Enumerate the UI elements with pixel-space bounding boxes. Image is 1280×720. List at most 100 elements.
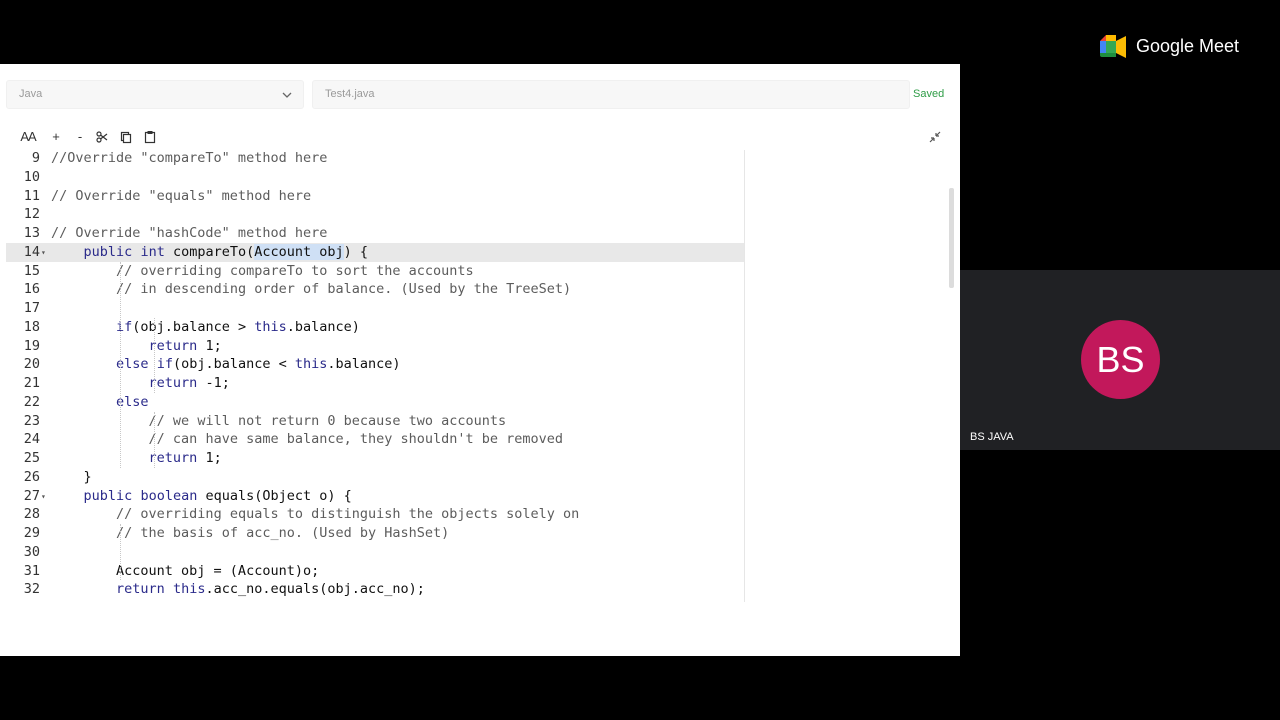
code-line[interactable]: 19 return 1; [6, 337, 744, 356]
code-text: // can have same balance, they shouldn't… [148, 431, 564, 448]
line-number: 32 [23, 581, 40, 598]
zoom-out-button[interactable]: - [73, 128, 87, 146]
line-number: 20 [23, 356, 40, 373]
line-number: 30 [23, 543, 40, 560]
code-line[interactable]: 14 ▾ public int compareTo(Account obj) { [6, 242, 744, 262]
line-number: 11 [23, 187, 40, 204]
line-number: 17 [23, 300, 40, 316]
code-line[interactable]: 15 // overriding compareTo to sort the a… [6, 262, 744, 281]
code-line[interactable]: 21 return -1; [6, 374, 744, 393]
line-number: 10 [23, 168, 40, 185]
code-text: // the basis of acc_no. (Used by HashSet… [116, 525, 450, 541]
line-number: 22 [23, 393, 40, 410]
avatar: BS [1081, 320, 1160, 399]
line-number: 31 [23, 562, 40, 579]
code-text: return -1; [148, 375, 230, 391]
text-selection: Account obj [254, 243, 344, 260]
code-line[interactable]: 22 else [6, 393, 744, 412]
code-text: return 1; [148, 450, 222, 466]
code-text: return this.acc_no.equals(obj.acc_no); [116, 581, 425, 598]
code-text: public int compareTo(Account obj) { [83, 243, 369, 260]
filename-field[interactable]: Test4.java [312, 80, 910, 109]
indent-guide [154, 317, 155, 393]
line-number: 29 [23, 525, 40, 541]
code-text: if(obj.balance > this.balance) [116, 318, 360, 335]
paste-button[interactable] [144, 128, 158, 146]
code-line[interactable]: 13 // Override "hashCode" method here [6, 224, 744, 243]
code-text: // Override "hashCode" method here [51, 225, 328, 241]
line-number: 21 [23, 375, 40, 391]
line-number: 23 [23, 412, 40, 429]
code-line[interactable]: 16 // in descending order of balance. (U… [6, 280, 744, 299]
shared-screen: Java Test4.java Saved AA + - 9 //Override… [0, 64, 960, 656]
font-size-button[interactable]: AA [17, 128, 39, 146]
fold-toggle-icon[interactable]: ▾ [41, 487, 46, 506]
code-text: //Override "compareTo" method here [51, 150, 328, 166]
code-line[interactable]: 32 return this.acc_no.equals(obj.acc_no)… [6, 580, 744, 599]
line-number: 18 [23, 318, 40, 335]
language-select[interactable]: Java [6, 80, 304, 109]
line-number: 28 [23, 506, 40, 523]
code-line[interactable]: 12 [6, 205, 744, 224]
cut-button[interactable] [96, 128, 110, 146]
line-number: 24 [23, 431, 40, 448]
code-text: else if(obj.balance < this.balance) [116, 356, 401, 373]
google-meet-logo: Google Meet [1098, 34, 1258, 60]
collapse-icon [929, 131, 941, 143]
code-line[interactable]: 31 Account obj = (Account)o; [6, 562, 744, 581]
code-line[interactable]: 25 return 1; [6, 449, 744, 468]
fullscreen-button[interactable] [928, 128, 944, 146]
code-text: public boolean equals(Object o) { [83, 487, 352, 504]
clipboard-icon [144, 131, 156, 144]
code-text: // in descending order of balance. (Used… [116, 281, 572, 298]
copy-icon [120, 131, 132, 144]
save-status: Saved [913, 88, 945, 100]
line-number: 25 [23, 450, 40, 466]
line-number: 9 [31, 150, 40, 166]
editor-scrollbar[interactable] [949, 188, 954, 288]
code-line[interactable]: 30 [6, 543, 744, 562]
participant-tile[interactable]: BS BS JAVA [960, 270, 1280, 450]
code-line[interactable]: 28 // overriding equals to distinguish t… [6, 505, 744, 524]
line-number: 16 [23, 281, 40, 298]
participant-name: BS JAVA [970, 431, 1014, 443]
code-line[interactable]: 17 [6, 299, 744, 318]
code-editor[interactable]: 9 //Override "compareTo" method here 10 11 /… [6, 150, 954, 602]
zoom-in-button[interactable]: + [49, 128, 63, 146]
code-text: Account obj = (Account)o; [51, 562, 320, 579]
code-text: else [116, 393, 149, 410]
fold-toggle-icon[interactable]: ▾ [41, 243, 46, 262]
font-size-icon: AA [20, 129, 36, 144]
code-text: } [51, 468, 92, 485]
code-line[interactable]: 9 //Override "compareTo" method here [6, 150, 744, 168]
indent-guide [120, 524, 121, 581]
code-line[interactable]: 10 [6, 168, 744, 187]
line-number: 27 [23, 487, 40, 504]
chevron-down-icon [282, 92, 292, 98]
code-text: // Override "equals" method here [51, 187, 312, 204]
indent-guide [154, 411, 155, 468]
indent-guide [120, 261, 121, 468]
code-text: return 1; [148, 337, 222, 354]
code-line[interactable]: 24 // can have same balance, they should… [6, 430, 744, 449]
copy-button[interactable] [120, 128, 134, 146]
meet-brand-text: Google Meet [1136, 36, 1240, 56]
code-line[interactable]: 20 else if(obj.balance < this.balance) [6, 355, 744, 374]
code-text: // overriding equals to distinguish the … [116, 506, 580, 523]
scissors-icon [96, 131, 108, 143]
code-line[interactable]: 11 // Override "equals" method here [6, 187, 744, 206]
code-text: // overriding compareTo to sort the acco… [116, 262, 474, 279]
code-line[interactable]: 27 ▾ public boolean equals(Object o) { [6, 487, 744, 506]
code-line[interactable]: 18 if(obj.balance > this.balance) [6, 318, 744, 337]
print-margin [744, 150, 745, 602]
code-line[interactable]: 26 } [6, 468, 744, 487]
line-number: 19 [23, 337, 40, 354]
filename-value: Test4.java [325, 88, 375, 100]
line-number: 14 [23, 243, 40, 260]
code-line[interactable]: 23 // we will not return 0 because two a… [6, 412, 744, 431]
code-line[interactable]: 29 // the basis of acc_no. (Used by Hash… [6, 524, 744, 543]
line-number: 15 [23, 262, 40, 279]
line-number: 26 [23, 468, 40, 485]
line-number: 13 [23, 225, 40, 241]
editor-toolbar: AA + - [6, 124, 954, 150]
